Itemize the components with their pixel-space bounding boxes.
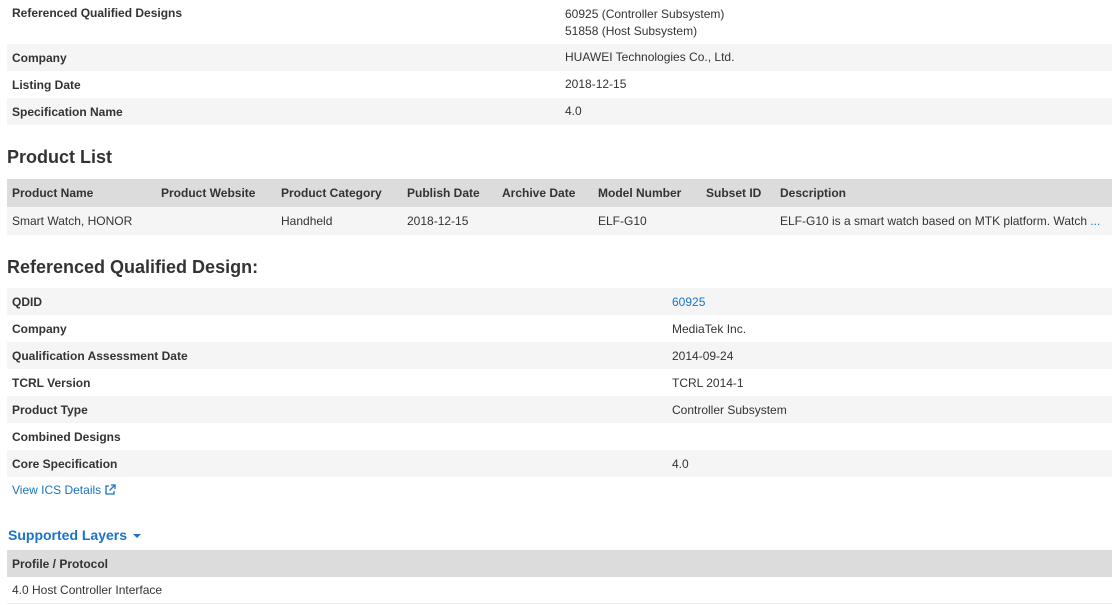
view-ics-details-label: View ICS Details: [12, 483, 102, 497]
cell-product-category: Handheld: [281, 214, 333, 228]
design-row-product-type: Product Type Controller Subsystem: [7, 396, 1112, 423]
column-header[interactable]: Product Category: [276, 186, 402, 200]
column-header[interactable]: Product Website: [156, 186, 276, 200]
table-row: Smart Watch, HONOR Handheld 2018-12-15 E…: [7, 207, 1112, 235]
column-header: Profile / Protocol: [7, 550, 1112, 577]
info-row-company: Company HUAWEI Technologies Co., Ltd.: [7, 44, 1112, 71]
design-value: Controller Subsystem: [672, 402, 787, 417]
design-row-combined-designs: Combined Designs: [7, 423, 1112, 450]
design-row-company: Company MediaTek Inc.: [7, 315, 1112, 342]
caret-down-icon: [133, 534, 142, 538]
column-header[interactable]: Subset ID: [701, 186, 775, 200]
info-key: Company: [12, 50, 67, 65]
info-key: Specification Name: [12, 104, 123, 119]
supported-layers-label: Supported Layers: [8, 527, 128, 543]
product-list-table: Product Name Product Website Product Cat…: [7, 179, 1112, 235]
design-value: 4.0: [672, 456, 689, 471]
info-value: 2018-12-15: [565, 77, 627, 91]
listing-page: Referenced Qualified Designs 60925 (Cont…: [0, 0, 1112, 605]
info-row-referenced-designs: Referenced Qualified Designs 60925 (Cont…: [7, 0, 1112, 44]
description-text: ELF-G10 is a smart watch based on MTK pl…: [780, 214, 1087, 228]
cell-model-number: ELF-G10: [598, 214, 647, 228]
design-key: Combined Designs: [12, 429, 121, 444]
referenced-design-controller: 60925 (Controller Subsystem): [565, 7, 725, 21]
design-row-qdid: QDID 60925: [7, 288, 1112, 315]
external-link-icon: [105, 484, 116, 495]
column-header[interactable]: Archive Date: [497, 186, 593, 200]
view-ics-details-link[interactable]: View ICS Details: [12, 483, 116, 497]
cell-product-name: Smart Watch, HONOR: [12, 214, 133, 228]
table-header-row: Product Name Product Website Product Cat…: [7, 179, 1112, 207]
table-row: 4.0 Host Controller Interface: [7, 577, 1112, 604]
column-header[interactable]: Description: [775, 186, 1112, 200]
info-row-listing-date: Listing Date 2018-12-15: [7, 71, 1112, 98]
qdid-link[interactable]: 60925: [672, 295, 705, 309]
info-value: 60925 (Controller Subsystem) 51858 (Host…: [565, 6, 724, 40]
column-header[interactable]: Product Name: [7, 186, 156, 200]
info-value: HUAWEI Technologies Co., Ltd.: [565, 50, 735, 64]
design-row-tcrl-version: TCRL Version TCRL 2014-1: [7, 369, 1112, 396]
design-row-core-specification: Core Specification 4.0: [7, 450, 1112, 477]
referenced-design-table: QDID 60925 Company MediaTek Inc. Qualifi…: [7, 288, 1112, 477]
cell-publish-date: 2018-12-15: [407, 214, 469, 228]
product-list-title: Product List: [7, 147, 113, 167]
design-row-assessment-date: Qualification Assessment Date 2014-09-24: [7, 342, 1112, 369]
design-key: Core Specification: [12, 456, 118, 471]
cell-description: ELF-G10 is a smart watch based on MTK pl…: [775, 214, 1112, 228]
design-key: TCRL Version: [12, 375, 91, 390]
info-key: Listing Date: [12, 77, 81, 92]
listing-info-table: Referenced Qualified Designs 60925 (Cont…: [7, 0, 1112, 125]
info-value: 4.0: [565, 104, 582, 118]
column-header[interactable]: Model Number: [593, 186, 701, 200]
description-more-link[interactable]: ...: [1090, 214, 1100, 228]
info-key: Referenced Qualified Designs: [12, 6, 183, 20]
referenced-design-host: 51858 (Host Subsystem): [565, 24, 698, 38]
design-value: 2014-09-24: [672, 348, 734, 363]
design-key: Company: [12, 321, 67, 336]
info-row-specification-name: Specification Name 4.0: [7, 98, 1112, 125]
referenced-design-title: Referenced Qualified Design:: [7, 257, 259, 277]
column-header[interactable]: Publish Date: [402, 186, 497, 200]
supported-layers-toggle[interactable]: Supported Layers: [8, 527, 142, 543]
supported-layers-table: Profile / Protocol 4.0 Host Controller I…: [7, 550, 1112, 604]
design-value: MediaTek Inc.: [672, 321, 747, 336]
design-key: Qualification Assessment Date: [12, 348, 188, 363]
design-key: Product Type: [12, 402, 88, 417]
design-key: QDID: [12, 294, 42, 309]
design-value: TCRL 2014-1: [672, 375, 744, 390]
